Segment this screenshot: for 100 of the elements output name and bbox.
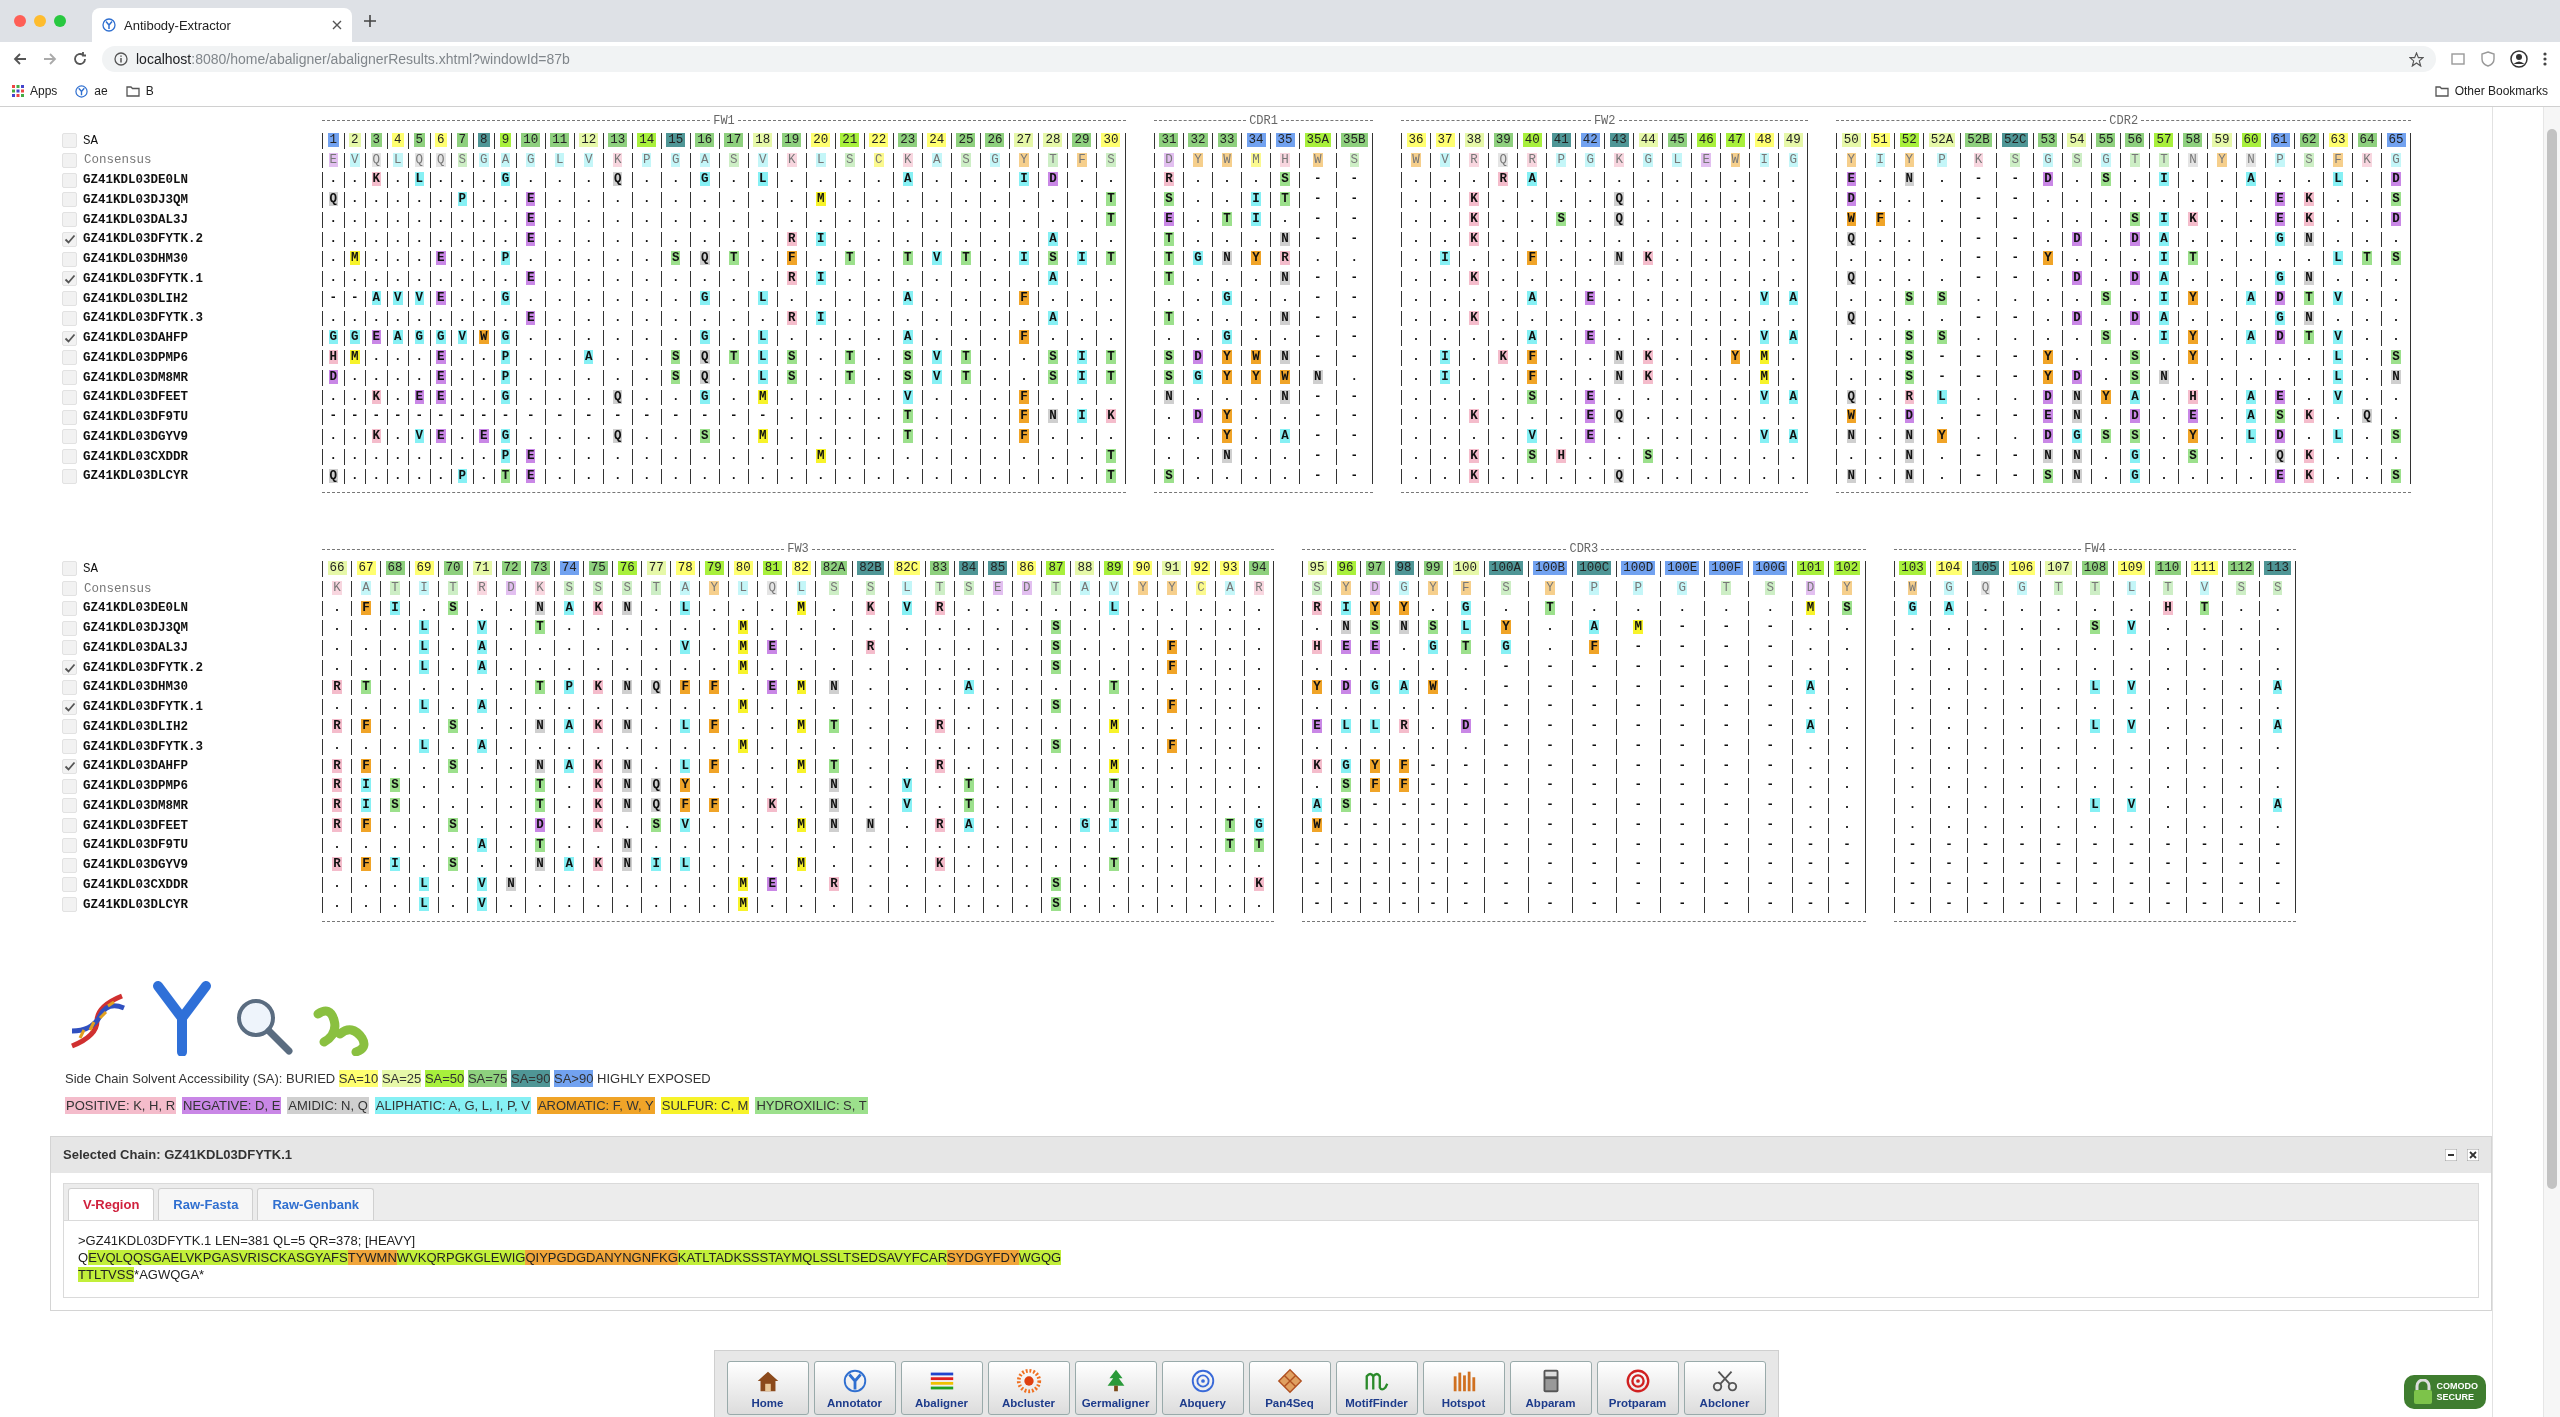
bookmark[interactable]: Other Bookmarks: [2434, 84, 2548, 98]
scrollbar[interactable]: [2543, 107, 2560, 1417]
row-checkbox[interactable]: [62, 818, 77, 834]
residue: Q: [1846, 271, 1857, 285]
position-number: 82: [791, 561, 811, 575]
row-checkbox[interactable]: [62, 310, 77, 326]
row-checkbox[interactable]: [62, 291, 77, 307]
row-checkbox[interactable]: [62, 857, 77, 873]
shield-icon[interactable]: [2480, 51, 2496, 67]
residue: S: [903, 350, 913, 364]
row-checkbox[interactable]: [62, 409, 77, 425]
tool-button[interactable]: MotifFinder: [1335, 1361, 1418, 1415]
residue: .: [1980, 738, 1991, 753]
tab[interactable]: Raw-Fasta: [158, 1187, 254, 1220]
close-icon[interactable]: [2467, 1148, 2479, 1161]
row-checkbox[interactable]: [62, 389, 77, 405]
residue: .: [903, 192, 913, 206]
extension-icon[interactable]: [2450, 51, 2466, 67]
row-checkbox[interactable]: [62, 192, 77, 208]
row-checkbox[interactable]: [62, 660, 77, 676]
minimize-icon[interactable]: [2445, 1148, 2457, 1161]
tool-button[interactable]: Abaligner: [900, 1361, 983, 1415]
tool-button[interactable]: Hotspot: [1422, 1361, 1505, 1415]
row-checkbox[interactable]: [62, 370, 77, 386]
residue: .: [767, 778, 777, 793]
row-checkbox[interactable]: [62, 212, 77, 228]
row-checkbox[interactable]: [62, 449, 77, 465]
forward-icon[interactable]: [42, 51, 58, 67]
residue: .: [2188, 310, 2198, 325]
tool-button[interactable]: Home: [726, 1361, 809, 1415]
tool-button[interactable]: Abcluster: [987, 1361, 1070, 1415]
residue: H: [1312, 640, 1322, 654]
residue: S: [2391, 429, 2401, 443]
residue: .: [2199, 817, 2210, 832]
bookmark[interactable]: Apps: [12, 84, 58, 98]
row-checkbox[interactable]: [62, 581, 77, 597]
row-checkbox[interactable]: [62, 133, 77, 149]
security-badge[interactable]: COMODO SECURE: [2403, 1375, 2486, 1409]
row-checkbox[interactable]: [62, 739, 77, 755]
consensus-residue: I: [419, 580, 429, 595]
star-icon[interactable]: [2409, 51, 2424, 67]
residue: .: [1904, 271, 1915, 285]
row-checkbox[interactable]: [62, 620, 77, 636]
row-checkbox[interactable]: [62, 350, 77, 366]
tab[interactable]: V-Region: [68, 1187, 155, 1220]
residue: .: [990, 251, 1000, 266]
residue: .: [1254, 896, 1264, 911]
row-checkbox[interactable]: [62, 561, 77, 577]
residue: .: [554, 211, 565, 226]
row-checkbox[interactable]: [62, 877, 77, 893]
row-checkbox[interactable]: [62, 600, 77, 616]
window-controls[interactable]: [14, 15, 66, 27]
row-checkbox[interactable]: [62, 152, 77, 168]
tool-button[interactable]: Pan4Seq: [1248, 1361, 1331, 1415]
position-number: 58: [2183, 132, 2203, 147]
row-checkbox[interactable]: [62, 719, 77, 735]
row-checkbox[interactable]: [62, 679, 77, 695]
browser-tab[interactable]: Antibody-Extractor: [92, 8, 352, 42]
tab[interactable]: Raw-Genbank: [257, 1187, 375, 1220]
profile-icon[interactable]: [2510, 50, 2528, 68]
new-tab-icon[interactable]: [364, 15, 376, 27]
antibody-icon[interactable]: [150, 979, 214, 1056]
address-bar[interactable]: localhost:8080/home/abaligner/abalignerResults.xhtml?windowId=87b: [102, 46, 2436, 72]
position-number: 46: [1696, 132, 1716, 147]
row-checkbox[interactable]: [62, 231, 77, 247]
residue: .: [1280, 468, 1290, 483]
residue: .: [2053, 640, 2064, 654]
residue: S: [700, 429, 710, 443]
tool-button[interactable]: Abparam: [1509, 1361, 1592, 1415]
tool-button[interactable]: Annotator: [813, 1361, 896, 1415]
reload-icon[interactable]: [72, 51, 88, 67]
row-checkbox[interactable]: [62, 468, 77, 484]
row-checkbox[interactable]: [62, 699, 77, 715]
row-checkbox[interactable]: [62, 172, 77, 188]
bookmark[interactable]: ae: [75, 84, 108, 98]
row-checkbox[interactable]: [62, 837, 77, 853]
chain-name: GZ41KDL03DGYV9: [83, 858, 189, 873]
tool-button[interactable]: Germaligner: [1074, 1361, 1157, 1415]
row-checkbox[interactable]: [62, 251, 77, 267]
row-checkbox[interactable]: [62, 330, 77, 346]
tool-button[interactable]: Abcloner: [1683, 1361, 1766, 1415]
row-checkbox[interactable]: [62, 758, 77, 774]
residue: K: [2304, 211, 2314, 226]
bookmark[interactable]: B: [125, 84, 154, 98]
row-checkbox[interactable]: [62, 271, 77, 287]
consensus-residue: F: [1461, 580, 1471, 595]
tool-button[interactable]: Abquery: [1161, 1361, 1244, 1415]
residue: -: [1349, 409, 1360, 424]
row-checkbox[interactable]: [62, 640, 77, 656]
row-checkbox[interactable]: [62, 798, 77, 814]
tool-button[interactable]: Protparam: [1596, 1361, 1679, 1415]
back-icon[interactable]: [12, 51, 28, 67]
residue: L: [419, 738, 429, 753]
row-checkbox[interactable]: [62, 429, 77, 445]
info-icon[interactable]: [114, 52, 128, 66]
menu-icon[interactable]: [2542, 51, 2548, 67]
close-icon[interactable]: [332, 20, 342, 30]
residue: -: [1399, 817, 1409, 832]
row-checkbox[interactable]: [62, 897, 77, 913]
row-checkbox[interactable]: [62, 778, 77, 794]
